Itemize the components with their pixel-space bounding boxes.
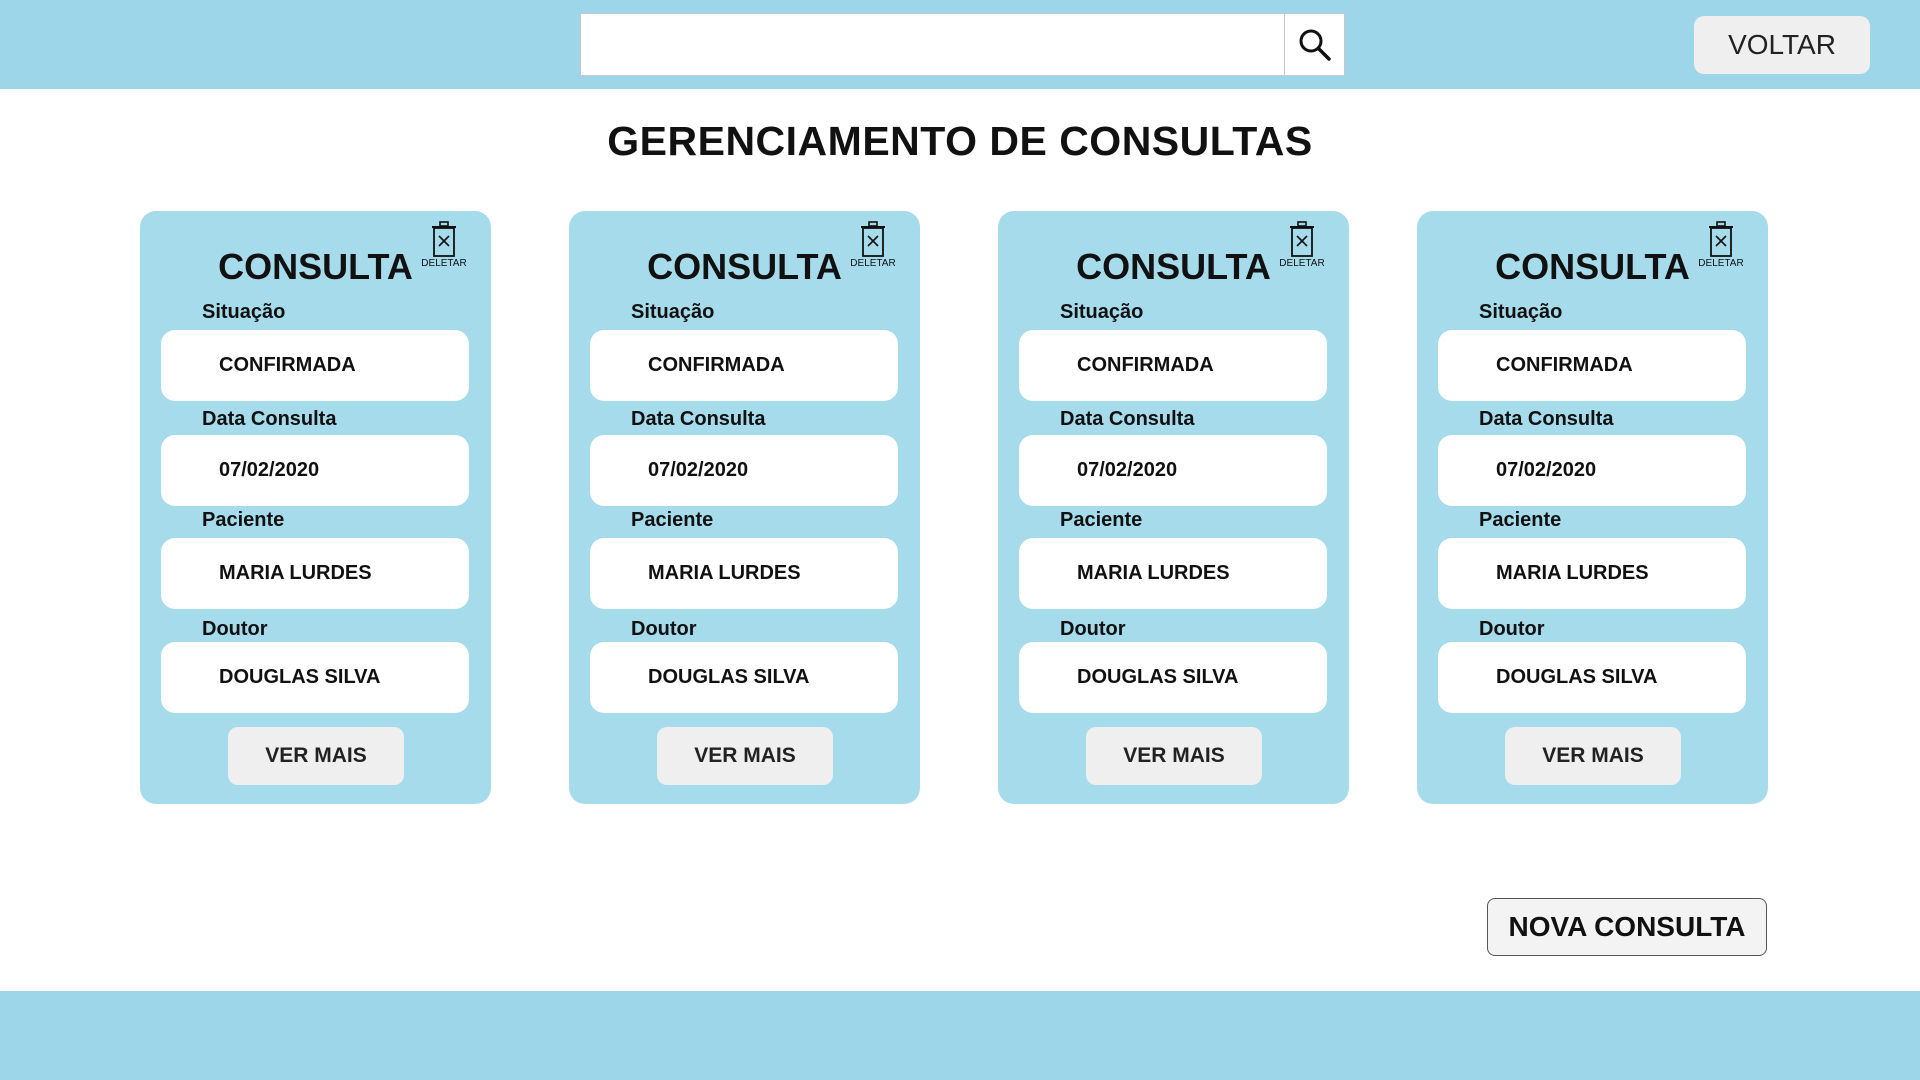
see-more-button[interactable]: VER MAIS [1505, 727, 1681, 785]
trash-icon [1290, 221, 1314, 257]
status-label: Situação [1479, 301, 1563, 323]
delete-label: DELETAR [421, 258, 467, 269]
consulta-card: CONSULTA DELETAR Situação CONFIRMADA Dat… [1417, 211, 1768, 804]
delete-button[interactable]: DELETAR [845, 221, 901, 269]
top-bar: VOLTAR [0, 0, 1920, 89]
date-label: Data Consulta [202, 408, 337, 430]
patient-field[interactable]: MARIA LURDES [590, 538, 898, 609]
page-title: GERENCIAMENTO DE CONSULTAS [607, 118, 1313, 164]
status-field[interactable]: CONFIRMADA [1019, 330, 1327, 401]
search-icon [1299, 29, 1331, 61]
search-button[interactable] [1284, 14, 1344, 75]
trash-icon [861, 221, 885, 257]
date-field[interactable]: 07/02/2020 [161, 435, 469, 506]
delete-button[interactable]: DELETAR [416, 221, 472, 269]
date-label: Data Consulta [1479, 408, 1614, 430]
consulta-card: CONSULTA DELETAR Situação CONFIRMADA Dat… [569, 211, 920, 804]
doctor-label: Doutor [1479, 618, 1545, 640]
patient-label: Paciente [1479, 509, 1562, 531]
status-label: Situação [202, 301, 286, 323]
footer-bar [0, 991, 1920, 1080]
trash-icon [1709, 221, 1733, 257]
see-more-button[interactable]: VER MAIS [1086, 727, 1262, 785]
delete-button[interactable]: DELETAR [1274, 221, 1330, 269]
status-field[interactable]: CONFIRMADA [161, 330, 469, 401]
patient-label: Paciente [1060, 509, 1143, 531]
see-more-button[interactable]: VER MAIS [228, 727, 404, 785]
doctor-field[interactable]: DOUGLAS SILVA [1019, 642, 1327, 713]
search-input[interactable] [581, 14, 1284, 75]
date-label: Data Consulta [1060, 408, 1195, 430]
patient-field[interactable]: MARIA LURDES [1019, 538, 1327, 609]
patient-field[interactable]: MARIA LURDES [1438, 538, 1746, 609]
see-more-button[interactable]: VER MAIS [657, 727, 833, 785]
patient-field[interactable]: MARIA LURDES [161, 538, 469, 609]
patient-label: Paciente [631, 509, 714, 531]
doctor-field[interactable]: DOUGLAS SILVA [1438, 642, 1746, 713]
status-label: Situação [1060, 301, 1144, 323]
back-button[interactable]: VOLTAR [1694, 16, 1870, 74]
doctor-field[interactable]: DOUGLAS SILVA [590, 642, 898, 713]
date-field[interactable]: 07/02/2020 [590, 435, 898, 506]
status-field[interactable]: CONFIRMADA [1438, 330, 1746, 401]
delete-label: DELETAR [1698, 258, 1744, 269]
doctor-label: Doutor [202, 618, 268, 640]
search-bar [580, 13, 1345, 76]
doctor-label: Doutor [1060, 618, 1126, 640]
doctor-label: Doutor [631, 618, 697, 640]
patient-label: Paciente [202, 509, 285, 531]
date-field[interactable]: 07/02/2020 [1019, 435, 1327, 506]
new-consultation-button[interactable]: NOVA CONSULTA [1487, 898, 1767, 956]
trash-icon [432, 221, 456, 257]
status-label: Situação [631, 301, 715, 323]
consulta-card: CONSULTA DELETAR Situação CONFIRMADA Dat… [998, 211, 1349, 804]
consulta-card: CONSULTA DELETAR Situação CONFIRMADA Dat… [140, 211, 491, 804]
date-label: Data Consulta [631, 408, 766, 430]
doctor-field[interactable]: DOUGLAS SILVA [161, 642, 469, 713]
status-field[interactable]: CONFIRMADA [590, 330, 898, 401]
date-field[interactable]: 07/02/2020 [1438, 435, 1746, 506]
delete-button[interactable]: DELETAR [1693, 221, 1749, 269]
delete-label: DELETAR [850, 258, 896, 269]
delete-label: DELETAR [1279, 258, 1325, 269]
